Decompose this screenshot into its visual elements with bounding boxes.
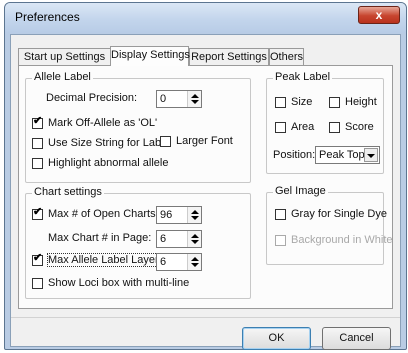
decimal-precision-label: Decimal Precision:: [46, 92, 138, 104]
spinner-buttons[interactable]: [187, 231, 201, 247]
arrow-up-icon[interactable]: [191, 94, 199, 98]
display-settings-panel: Allele Label Decimal Precision: 0 ✔ Mark…: [18, 65, 393, 309]
max-allele-layers-value: 6: [160, 256, 167, 268]
ok-button[interactable]: OK: [242, 327, 311, 350]
cancel-button[interactable]: Cancel: [322, 327, 391, 350]
dialog-client-area: Start up Settings Display Settings Repor…: [10, 34, 401, 350]
max-allele-layers-spinner[interactable]: 6: [156, 253, 202, 271]
close-icon: x: [375, 8, 383, 22]
max-allele-layers-checkbox[interactable]: ✔: [32, 252, 43, 266]
area-checkbox[interactable]: [275, 122, 286, 133]
arrow-down-icon[interactable]: [191, 216, 199, 220]
mark-off-allele-label: Mark Off-Allele as 'OL': [48, 117, 158, 129]
gray-single-dye-checkbox[interactable]: [275, 209, 286, 220]
position-label: Position:: [273, 149, 316, 161]
larger-font-checkbox[interactable]: [160, 136, 171, 147]
decimal-precision-value: 0: [160, 93, 167, 105]
arrow-down-icon[interactable]: [191, 100, 199, 104]
tab-label: Others: [270, 51, 304, 63]
area-label: Area: [291, 121, 315, 133]
max-open-charts-spinner[interactable]: 96: [156, 206, 202, 224]
position-select[interactable]: Peak Top: [315, 146, 380, 164]
arrow-down-icon[interactable]: [191, 240, 199, 244]
chart-settings-title: Chart settings: [32, 186, 104, 198]
spinner-buttons[interactable]: [187, 91, 201, 107]
spinner-buttons[interactable]: [187, 207, 201, 223]
arrow-down-icon[interactable]: [191, 263, 199, 267]
cancel-button-label: Cancel: [339, 332, 374, 344]
allele-label-title: Allele Label: [32, 71, 93, 83]
gray-single-dye-label: Gray for Single Dye: [291, 208, 387, 220]
chart-settings-group: Chart settings ✔ Max # of Open Charts: 9…: [25, 186, 251, 299]
larger-font-label: Larger Font: [176, 135, 233, 147]
size-label: Size: [291, 96, 313, 108]
background-white-checkbox[interactable]: [275, 235, 286, 246]
allele-label-group: Allele Label Decimal Precision: 0 ✔ Mark…: [25, 71, 251, 183]
highlight-abnormal-checkbox[interactable]: [32, 158, 43, 169]
chevron-down-icon: [367, 154, 375, 158]
window-title: Preferences: [15, 10, 80, 24]
max-chart-in-page-value: 6: [160, 233, 167, 245]
tab-display-settings[interactable]: Display Settings: [110, 46, 190, 66]
peak-label-group: Peak Label Size Height Area Score Positi…: [266, 71, 384, 174]
size-checkbox[interactable]: [275, 97, 286, 108]
show-loci-box-checkbox[interactable]: [32, 278, 43, 289]
use-size-string-checkbox[interactable]: [32, 138, 43, 149]
arrow-up-icon[interactable]: [191, 234, 199, 238]
height-label: Height: [345, 96, 377, 108]
tab-label: Report Settings: [191, 51, 267, 63]
tab-label: Start up Settings: [23, 51, 106, 63]
gel-image-group: Gel Image Gray for Single Dye Background…: [266, 185, 393, 265]
arrow-up-icon[interactable]: [191, 210, 199, 214]
close-button[interactable]: x: [358, 6, 400, 24]
background-white-label: Background in White: [291, 234, 393, 246]
checkmark-icon: ✔: [33, 115, 43, 127]
tab-start-up-settings[interactable]: Start up Settings: [18, 48, 111, 65]
max-chart-in-page-label: Max Chart # in Page:: [48, 232, 152, 244]
highlight-abnormal-label: Highlight abnormal allele: [48, 157, 169, 169]
spinner-buttons[interactable]: [187, 254, 201, 270]
divider: [11, 317, 400, 318]
show-loci-box-label: Show Loci box with multi-line: [48, 277, 190, 289]
max-open-charts-checkbox[interactable]: ✔: [32, 206, 43, 220]
position-value: Peak Top: [319, 149, 365, 161]
checkmark-icon: ✔: [33, 206, 43, 218]
max-open-charts-value: 96: [160, 209, 173, 221]
tab-report-settings[interactable]: Report Settings: [189, 48, 269, 65]
decimal-precision-spinner[interactable]: 0: [156, 90, 202, 108]
gel-image-title: Gel Image: [273, 185, 328, 197]
max-open-charts-label: Max # of Open Charts:: [48, 208, 159, 220]
title-bar[interactable]: Preferences x: [5, 3, 406, 33]
tab-label: Display Settings: [111, 49, 190, 61]
peak-label-title: Peak Label: [273, 71, 333, 83]
arrow-up-icon[interactable]: [191, 257, 199, 261]
ok-button-label: OK: [268, 332, 285, 344]
max-chart-in-page-spinner[interactable]: 6: [156, 230, 202, 248]
score-checkbox[interactable]: [329, 122, 340, 133]
tab-others[interactable]: Others: [269, 48, 304, 65]
mark-off-allele-checkbox[interactable]: ✔: [32, 115, 43, 129]
preferences-window: Preferences x Start up Settings Display …: [4, 2, 407, 350]
height-checkbox[interactable]: [329, 97, 340, 108]
use-size-string-label: Use Size String for Label: [48, 137, 170, 149]
score-label: Score: [345, 121, 374, 133]
dropdown-button[interactable]: [364, 148, 378, 162]
max-allele-layers-label: Max Allele Label Layers:: [46, 253, 169, 267]
checkmark-icon: ✔: [33, 252, 43, 264]
